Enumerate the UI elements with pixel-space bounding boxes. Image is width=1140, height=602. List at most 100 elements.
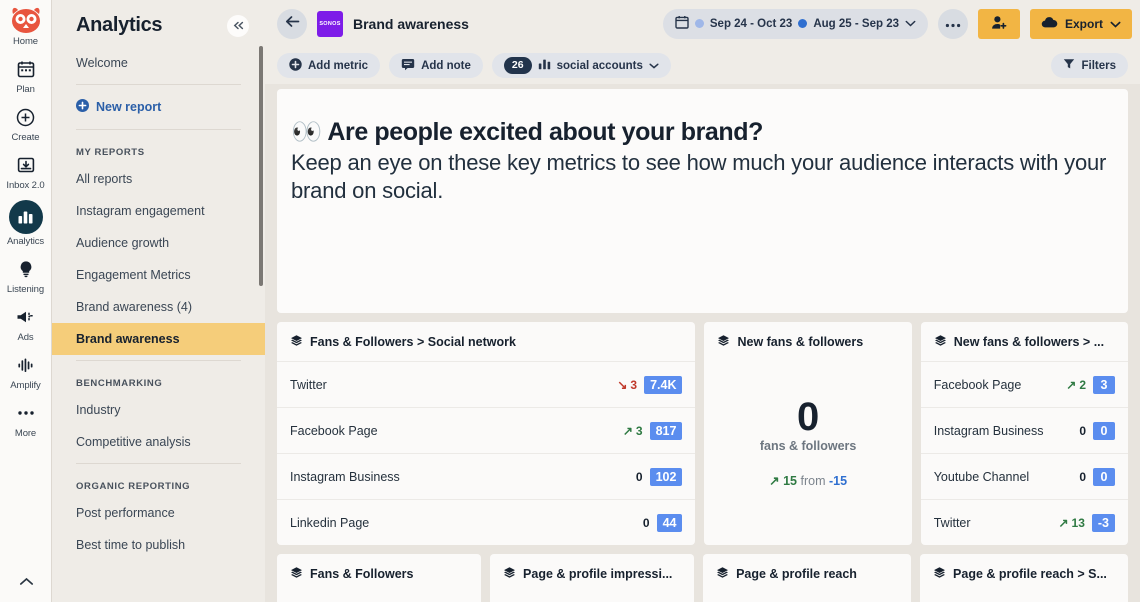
metric-delta-value: 2 xyxy=(1079,377,1086,392)
metric-delta-value: 0 xyxy=(635,469,643,484)
rail-item-inbox[interactable]: Inbox 2.0 xyxy=(0,152,52,191)
add-metric-button[interactable]: Add metric xyxy=(277,53,381,78)
double-chevron-left-icon[interactable] xyxy=(227,14,249,37)
rail-label: Inbox 2.0 xyxy=(6,180,45,191)
card-header: Fans & Followers xyxy=(277,554,481,593)
metric-value-badge: 102 xyxy=(649,467,683,486)
sidebar-divider xyxy=(76,129,241,130)
table-row[interactable]: Facebook Page ↗ 2 3 xyxy=(920,361,1128,407)
card-new-fans-followers[interactable]: New fans & followers 0 fans & followers … xyxy=(704,322,912,545)
table-row[interactable]: Facebook Page ↗ 3 817 xyxy=(277,407,696,453)
lightbulb-icon xyxy=(13,256,39,282)
rail-item-analytics[interactable]: Analytics xyxy=(0,200,52,247)
card-header: New fans & followers xyxy=(704,322,911,361)
sidebar-item-post-performance[interactable]: Post performance xyxy=(52,497,265,529)
primary-nav-rail: Home Plan Create Inbox 2.0 Analytics Lis… xyxy=(0,0,52,602)
sidebar-item-engagement-metrics[interactable]: Engagement Metrics xyxy=(52,259,265,291)
table-row[interactable]: Youtube Channel 0 0 xyxy=(920,453,1128,499)
sidebar-item-brand-awareness[interactable]: Brand awareness xyxy=(52,323,265,355)
rail-collapse-button[interactable] xyxy=(0,568,52,594)
rail-label: Analytics xyxy=(6,236,45,247)
arrow-up-right-icon: ↗ xyxy=(1058,515,1069,530)
delta-value: 15 xyxy=(783,474,798,488)
card-fans-followers[interactable]: Fans & Followers xyxy=(277,554,482,602)
table-row[interactable]: Linkedin Page 0 44 xyxy=(277,499,696,545)
funnel-icon xyxy=(1063,58,1075,73)
metric-values: 0 0 xyxy=(1079,467,1115,486)
metric-values: 0 0 xyxy=(1079,421,1115,440)
rail-item-listening[interactable]: Listening xyxy=(0,256,52,295)
chevron-up-icon xyxy=(13,568,39,594)
table-row[interactable]: Instagram Business 0 0 xyxy=(920,407,1128,453)
back-button[interactable] xyxy=(277,8,307,39)
table-row[interactable]: Instagram Business 0 102 xyxy=(277,453,696,499)
card-new-fans-followers-social-network[interactable]: New fans & followers > ... Facebook Page… xyxy=(920,322,1128,545)
metric-value-badge: -3 xyxy=(1091,513,1115,532)
filters-button[interactable]: Filters xyxy=(1051,53,1128,78)
sidebar-item-audience-growth[interactable]: Audience growth xyxy=(52,227,265,259)
rail-item-ads[interactable]: Ads xyxy=(0,304,52,343)
plus-circle-icon xyxy=(13,104,39,130)
sidebar-item-competitive-analysis[interactable]: Competitive analysis xyxy=(52,426,265,458)
sidebar-item-all-reports[interactable]: All reports xyxy=(52,163,265,195)
report-canvas: 👀 Are people excited about your brand? K… xyxy=(265,89,1140,602)
hero-headline-text: Are people excited about your brand? xyxy=(327,118,764,146)
card-fans-followers-social-network[interactable]: Fans & Followers > Social network Twitte… xyxy=(277,322,696,545)
card-page-profile-reach-social[interactable]: Page & profile reach > S... xyxy=(920,554,1128,602)
sidebar-item-brand-awareness-4[interactable]: Brand awareness (4) xyxy=(52,291,265,323)
analytics-sidebar: Analytics Welcome New report MY REPORTS … xyxy=(52,0,265,602)
filters-label: Filters xyxy=(1081,59,1116,72)
rail-item-home[interactable]: Home xyxy=(0,4,52,47)
rail-item-plan[interactable]: Plan xyxy=(0,56,52,95)
sidebar-item-instagram-engagement[interactable]: Instagram engagement xyxy=(52,195,265,227)
sidebar-item-best-time-to-publish[interactable]: Best time to publish xyxy=(52,529,265,561)
table-row[interactable]: Twitter ↗ 13 -3 xyxy=(920,499,1128,545)
table-row[interactable]: Twitter ↘ 3 7.4K xyxy=(277,361,696,407)
layers-icon xyxy=(290,566,303,582)
rail-label: Plan xyxy=(16,84,35,95)
sidebar-divider xyxy=(76,360,241,361)
layers-icon xyxy=(503,566,516,582)
metric-values: ↗ 3 817 xyxy=(623,421,683,440)
metric-delta-value: 13 xyxy=(1071,515,1085,530)
rail-label: Ads xyxy=(17,332,34,343)
metric-delta: ↘ 3 xyxy=(617,378,637,392)
metric-values: 0 44 xyxy=(643,513,683,532)
metric-label: Facebook Page xyxy=(933,377,1022,392)
social-accounts-selector[interactable]: 26 social accounts xyxy=(491,53,671,78)
card-title: New fans & followers xyxy=(737,335,864,349)
arrow-left-icon xyxy=(285,15,300,33)
rail-item-create[interactable]: Create xyxy=(0,104,52,143)
metric-label: Linkedin Page xyxy=(290,515,370,530)
metric-delta: 0 xyxy=(1079,424,1086,438)
megaphone-icon xyxy=(13,304,39,330)
metric-values: ↗ 13 -3 xyxy=(1058,513,1115,532)
export-button[interactable]: Export xyxy=(1029,8,1132,39)
sidebar-item-welcome[interactable]: Welcome xyxy=(52,47,265,79)
date-range-picker[interactable]: Sep 24 - Oct 23 Aug 25 - Sep 23 xyxy=(662,8,928,39)
comment-icon xyxy=(401,58,415,74)
metric-delta: 0 xyxy=(636,470,643,484)
sidebar-scrollbar[interactable] xyxy=(259,46,263,286)
rail-item-amplify[interactable]: Amplify xyxy=(0,352,52,391)
eyes-emoji-icon: 👀 xyxy=(291,118,322,146)
inbox-icon xyxy=(13,152,39,178)
ellipsis-icon xyxy=(13,400,39,426)
share-button[interactable] xyxy=(977,8,1020,39)
metric-delta: ↗ 2 xyxy=(1066,378,1086,392)
sidebar-item-industry[interactable]: Industry xyxy=(52,394,265,426)
cloud-download-icon xyxy=(1041,16,1058,32)
rail-label: Home xyxy=(13,36,38,47)
more-options-button[interactable] xyxy=(937,8,968,39)
hero-headline: 👀 Are people excited about your brand? xyxy=(291,117,1114,148)
card-header: Fans & Followers > Social network xyxy=(277,322,695,361)
metric-delta-value: 3 xyxy=(630,377,638,392)
card-page-profile-impressions[interactable]: Page & profile impressi... xyxy=(490,554,695,602)
layers-icon xyxy=(290,334,303,350)
add-note-button[interactable]: Add note xyxy=(389,53,483,78)
sidebar-new-report-button[interactable]: New report xyxy=(52,90,265,124)
arrow-up-right-icon: ↗ xyxy=(769,474,780,488)
rail-item-more[interactable]: More xyxy=(0,400,52,439)
card-page-profile-reach[interactable]: Page & profile reach xyxy=(703,554,912,602)
primary-date-range: Sep 24 - Oct 23 xyxy=(709,17,793,30)
